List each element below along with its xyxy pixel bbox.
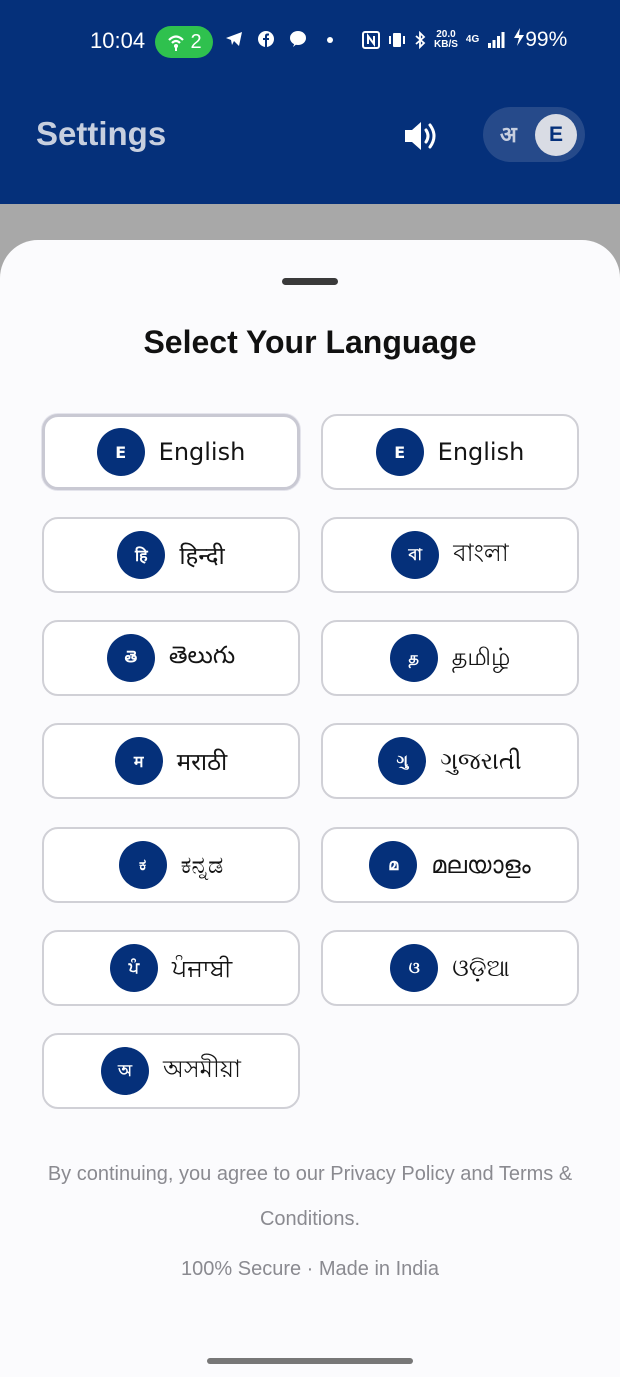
language-option-malayalam[interactable]: മ മലയാളം <box>321 827 579 903</box>
language-badge: म <box>114 737 163 785</box>
hotspot-icon <box>168 35 185 51</box>
hotspot-count: 2 <box>190 30 202 53</box>
language-label: ଓଡ଼ିଆ <box>452 954 510 982</box>
language-bottom-sheet: Select Your Language E English E English… <box>0 240 620 1377</box>
language-badge: বা <box>391 531 440 579</box>
toggle-knob[interactable]: E <box>535 114 577 156</box>
telegram-icon <box>226 32 242 46</box>
speed-unit: KB/S <box>434 39 458 50</box>
language-label: हिन्दी <box>179 541 225 570</box>
status-bar: 10:04 2 20.0 KB/S 4G 99% <box>0 22 620 62</box>
home-indicator[interactable] <box>207 1358 413 1364</box>
bluetooth-icon <box>415 31 426 49</box>
language-badge: ಕ <box>118 841 167 889</box>
language-label: English <box>158 438 246 466</box>
vibrate-icon <box>389 33 405 47</box>
charging-icon <box>514 28 525 46</box>
battery-level: 99% <box>525 28 568 51</box>
hotspot-indicator[interactable]: 2 <box>155 26 213 58</box>
language-option-assamese[interactable]: অ অসমীয়া <box>42 1033 300 1109</box>
language-badge: ગુ <box>378 737 427 785</box>
secure-tagline: 100% Secure · Made in India <box>181 1258 439 1280</box>
language-label: ગુજરાતી <box>440 747 522 775</box>
language-label: ਪੰਜਾਬੀ <box>171 954 233 982</box>
network-speed: 20.0 KB/S <box>434 30 458 50</box>
facebook-icon <box>258 31 274 47</box>
language-option-bangla[interactable]: বা বাংলা <box>321 517 579 593</box>
language-option-gujarati[interactable]: ગુ ગુજરાતી <box>321 723 579 799</box>
nfc-icon <box>362 31 380 49</box>
toggle-hindi-label: अ <box>500 123 517 148</box>
language-option-english[interactable]: E English <box>42 414 300 490</box>
status-time: 10:04 <box>90 28 146 53</box>
language-label: বাংলা <box>453 539 509 567</box>
language-badge: മ <box>369 841 418 889</box>
dot-icon <box>327 37 333 43</box>
language-badge: ଓ <box>390 944 439 992</box>
page-title: Settings <box>36 115 167 152</box>
language-option-hindi[interactable]: हि हिन्दी <box>42 517 300 593</box>
language-badge: ਪੰ <box>109 944 158 992</box>
language-option-tamil[interactable]: த தமிழ் <box>321 620 579 696</box>
language-label: অসমীয়া <box>163 1055 241 1083</box>
notification-icons <box>225 30 339 48</box>
language-badge: తె <box>106 634 155 682</box>
language-label: ಕನ್ನಡ <box>180 851 224 879</box>
language-option-punjabi[interactable]: ਪੰ ਪੰਜਾਬੀ <box>42 930 300 1006</box>
speaker-icon <box>405 122 436 150</box>
messenger-icon <box>290 31 306 47</box>
language-badge: த <box>389 634 438 682</box>
language-badge: E <box>96 428 145 476</box>
language-option-english-2[interactable]: E English <box>321 414 579 490</box>
system-icons: 20.0 KB/S 4G 99% <box>362 28 567 52</box>
terms-notice[interactable]: By continuing, you agree to our Privacy … <box>30 1152 590 1242</box>
language-option-telugu[interactable]: తె తెలుగు <box>42 620 300 696</box>
language-toggle[interactable]: अ E <box>483 107 585 162</box>
app-header: 10:04 2 20.0 KB/S 4G 99% Settings अ E <box>0 0 620 204</box>
language-badge: E <box>375 428 424 476</box>
language-option-marathi[interactable]: म मराठी <box>42 723 300 799</box>
language-option-odia[interactable]: ଓ ଓଡ଼ିଆ <box>321 930 579 1006</box>
sheet-title: Select Your Language <box>143 324 477 360</box>
language-label: తెలుగు <box>168 641 236 669</box>
network-type: 4G <box>465 34 480 45</box>
language-label: English <box>437 438 525 466</box>
speaker-button[interactable] <box>402 116 442 156</box>
language-label: தமிழ் <box>451 642 511 671</box>
language-option-kannada[interactable]: ಕ ಕನ್ನಡ <box>42 827 300 903</box>
language-label: മലയാളം <box>431 851 531 879</box>
sheet-drag-handle[interactable] <box>282 278 338 285</box>
battery-indicator: 99% <box>513 28 567 52</box>
language-label: मराठी <box>176 747 228 776</box>
language-badge: हि <box>117 531 166 579</box>
language-badge: অ <box>101 1047 150 1095</box>
signal-icon <box>488 32 505 48</box>
